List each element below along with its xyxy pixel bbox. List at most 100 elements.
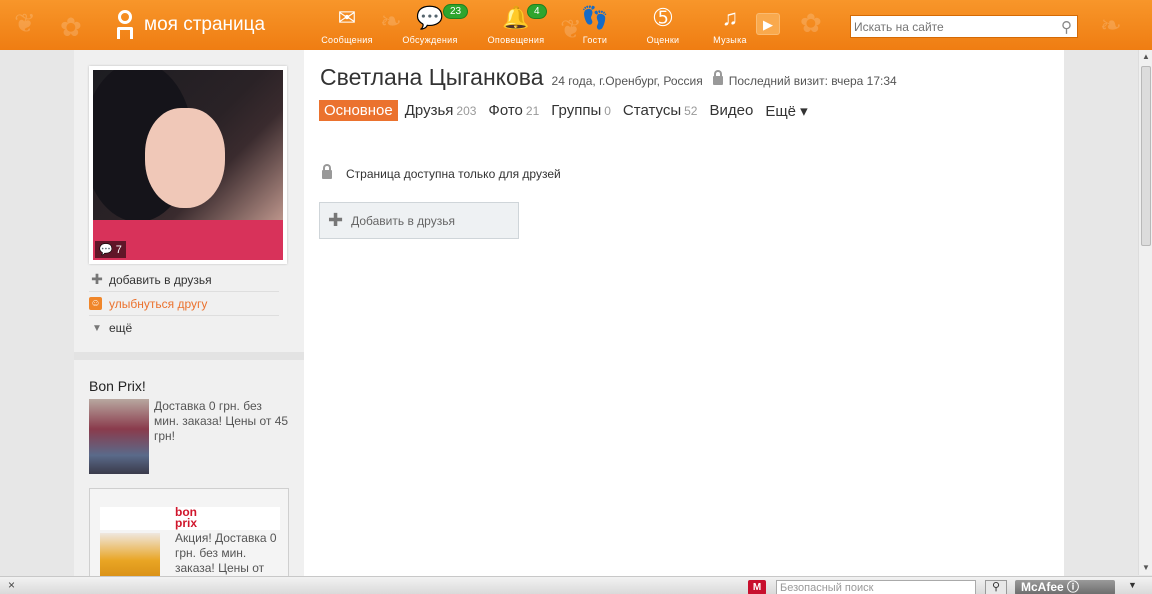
- ad-banner-text[interactable]: Акция! Доставка 0 грн. без мин. заказа! …: [175, 531, 285, 576]
- site-search: ⚲: [850, 15, 1078, 38]
- profile-info: 24 года, г.Оренбург, Россия: [551, 74, 703, 88]
- odnoklassniki-logo-icon: [112, 10, 138, 40]
- envelope-icon: ✉: [337, 5, 357, 30]
- profile-name: Светлана Цыганкова: [320, 64, 544, 90]
- sidebar-smile-label: улыбнуться другу: [109, 296, 208, 311]
- toolbar-dropdown-arrow-icon[interactable]: ▼: [1128, 580, 1137, 590]
- nav-label: Оповещения: [487, 35, 545, 45]
- mcafee-shield-icon[interactable]: M: [748, 580, 766, 594]
- ad-banner[interactable]: bon prix Акция! Доставка 0 грн. без мин.…: [89, 488, 289, 588]
- private-page-text: Страница доступна только для друзей: [346, 167, 561, 181]
- ad-image[interactable]: [89, 399, 149, 474]
- tab-more[interactable]: Ещё ▾: [765, 102, 807, 120]
- lock-icon: [322, 163, 332, 179]
- safe-search-button[interactable]: ⚲: [985, 580, 1007, 594]
- tab-label: Видео: [709, 102, 754, 119]
- nav-label: Сообщения: [321, 35, 373, 45]
- tab-label: Фото: [488, 102, 523, 119]
- bonprix-logo-line2: prix: [175, 516, 198, 530]
- nav-label: Оценки: [646, 35, 680, 45]
- tab-label: Друзья: [404, 102, 454, 119]
- photo-comments-value: 7: [115, 244, 122, 256]
- tab-groups[interactable]: Группы 0: [551, 102, 611, 119]
- nav-notifications[interactable]: 🔔 4 Оповещения: [481, 4, 551, 45]
- search-icon[interactable]: ⚲: [1061, 18, 1072, 36]
- sidebar-add-friend-link[interactable]: ✚ добавить в друзья: [89, 268, 279, 292]
- vertical-scrollbar[interactable]: ▲ ▼: [1138, 50, 1152, 575]
- discussions-count-badge: 23: [443, 4, 469, 19]
- music-note-icon: ♫: [721, 5, 739, 30]
- section-divider: [74, 352, 304, 360]
- my-page-link[interactable]: моя страница: [112, 10, 265, 40]
- add-friend-button[interactable]: ✚ Добавить в друзья: [319, 202, 519, 239]
- plus-icon: ✚: [91, 271, 103, 287]
- tab-label: Статусы: [622, 102, 682, 119]
- video-play-button[interactable]: ▶: [756, 13, 780, 35]
- tab-label: Группы: [551, 102, 602, 119]
- nav-messages[interactable]: ✉ Сообщения: [312, 5, 382, 46]
- triangle-down-icon: ▼: [92, 322, 102, 334]
- nav-guests[interactable]: 👣 Гости: [560, 5, 630, 46]
- nav-ratings[interactable]: ➄ Оценки: [628, 5, 698, 46]
- nav-music[interactable]: ♫ Музыка: [695, 5, 765, 46]
- nav-label: Музыка: [713, 35, 747, 45]
- last-visit: Последний визит: вчера 17:34: [728, 74, 897, 88]
- scroll-up-arrow-icon[interactable]: ▲: [1139, 50, 1152, 64]
- private-page-notice: Страница доступна только для друзей: [320, 163, 561, 181]
- sidebar-smile-link[interactable]: ☺ улыбнуться другу: [89, 292, 279, 316]
- profile-header: Светлана Цыганкова 24 года, г.Оренбург, …: [320, 64, 897, 91]
- ad-block[interactable]: Доставка 0 грн. без мин. заказа! Цены от…: [89, 399, 289, 474]
- tab-label: Основное: [324, 102, 393, 119]
- footprints-icon: 👣: [581, 5, 609, 30]
- leaf-decoration-icon: ❦: [14, 8, 36, 38]
- scrollbar-thumb[interactable]: [1141, 66, 1151, 246]
- sidebar-add-friend-label: добавить в друзья: [109, 272, 212, 287]
- tab-label: Ещё ▾: [765, 102, 808, 120]
- mcafee-label: McAfee: [1021, 580, 1064, 594]
- comment-icon: 💬: [99, 244, 113, 256]
- bonprix-logo: bon prix: [175, 506, 198, 530]
- tab-photos[interactable]: Фото 21: [488, 102, 539, 119]
- top-navigation-bar: ❦ ✿ ❧ ❦ ✿ ❧ моя страница ✉ Сообщения 💬 2…: [0, 0, 1152, 50]
- ad-text[interactable]: Доставка 0 грн. без мин. заказа! Цены от…: [154, 399, 289, 474]
- safe-search-input[interactable]: Безопасный поиск: [776, 580, 976, 594]
- nav-label: Обсуждения: [402, 35, 458, 45]
- add-friend-button-label: Добавить в друзья: [351, 213, 455, 228]
- profile-main: Светлана Цыганкова 24 года, г.Оренбург, …: [304, 50, 1064, 580]
- profile-photo-image: 💬 7: [93, 70, 283, 260]
- sidebar-more-label: ещё: [109, 321, 133, 335]
- site-search-input[interactable]: [851, 16, 1051, 37]
- leaf-decoration-icon: ❧: [1100, 10, 1122, 40]
- photo-comments-count[interactable]: 💬 7: [95, 241, 126, 258]
- smile-icon: ☺: [89, 297, 102, 310]
- tab-count: 0: [604, 104, 611, 118]
- notifications-count-badge: 4: [527, 4, 547, 19]
- tab-count: 203: [456, 104, 477, 118]
- play-icon: ▶: [763, 17, 773, 32]
- nav-discussions[interactable]: 💬 23 Обсуждения: [395, 4, 469, 45]
- left-sidebar: 💬 7 ✚ добавить в друзья ☺ улыбнуться дру…: [74, 50, 304, 588]
- close-toolbar-icon[interactable]: ×: [8, 578, 15, 592]
- tab-count: 21: [525, 104, 540, 118]
- help-icon: ⓘ: [1067, 580, 1080, 594]
- search-icon: ⚲: [991, 581, 1001, 593]
- nav-label: Гости: [582, 35, 608, 45]
- ad-title[interactable]: Bon Prix!: [89, 378, 146, 394]
- sidebar-more-link[interactable]: ▼ ещё: [89, 316, 279, 340]
- rating-5-icon: ➄: [653, 5, 673, 30]
- scroll-down-arrow-icon[interactable]: ▼: [1139, 561, 1152, 575]
- leaf-decoration-icon: ✿: [800, 8, 822, 38]
- tab-statuses[interactable]: Статусы 52: [623, 102, 698, 119]
- lock-icon: [712, 70, 723, 85]
- browser-toolbar: × M Безопасный поиск ⚲ McAfee ⓘ ▼: [0, 576, 1152, 594]
- brand-label: моя страница: [144, 14, 266, 35]
- profile-tabs: Основное Друзья 203 Фото 21 Группы 0 Статус…: [319, 100, 820, 121]
- profile-photo[interactable]: 💬 7: [89, 66, 287, 264]
- ad-banner-header: bon prix: [100, 506, 280, 530]
- mcafee-button[interactable]: McAfee ⓘ: [1015, 580, 1115, 594]
- tab-count: 52: [684, 104, 698, 118]
- tab-main[interactable]: Основное: [319, 100, 398, 121]
- tab-video[interactable]: Видео: [709, 102, 753, 119]
- plus-icon: ✚: [328, 210, 344, 230]
- tab-friends[interactable]: Друзья 203: [405, 102, 477, 119]
